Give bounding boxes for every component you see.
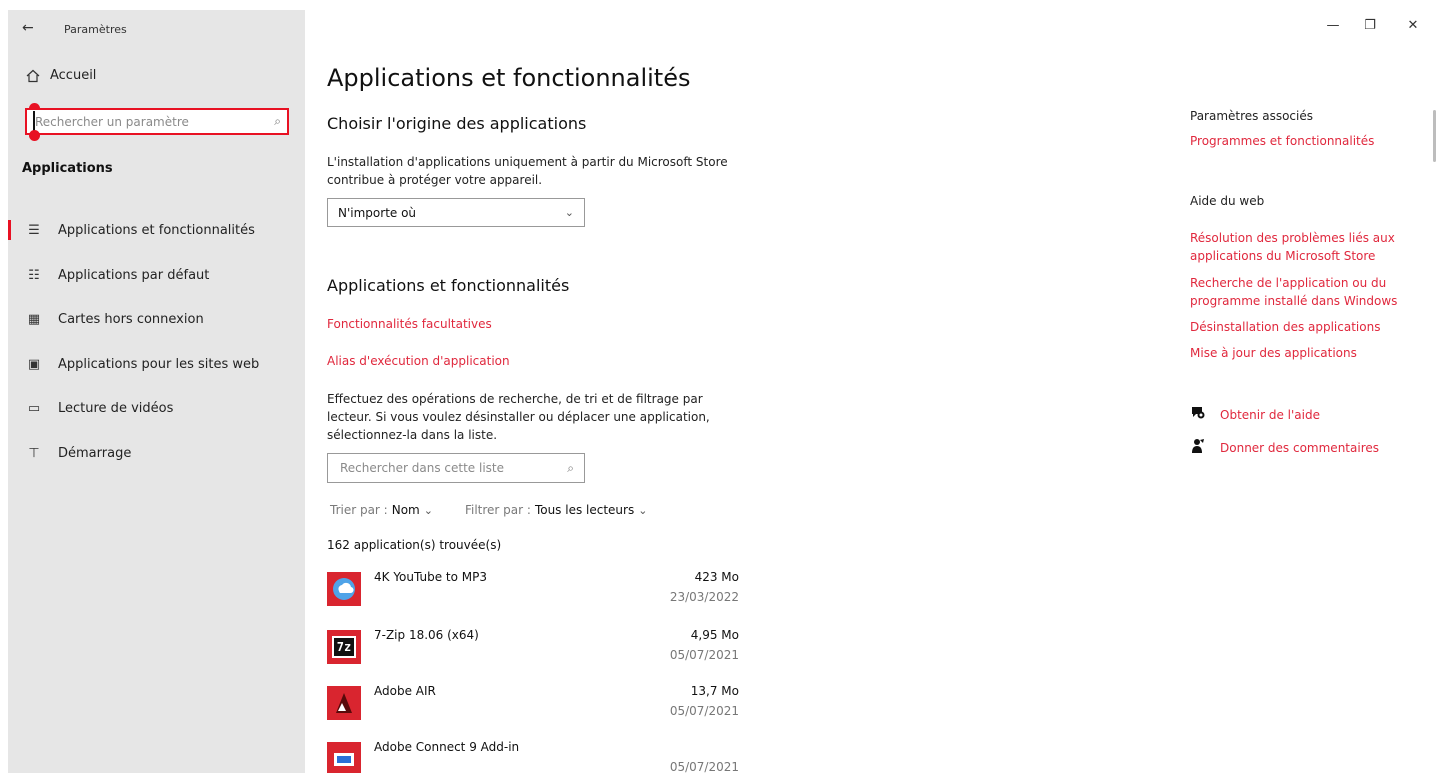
- get-help-label: Obtenir de l'aide: [1220, 408, 1320, 422]
- settings-search-box[interactable]: ⌕: [25, 108, 289, 135]
- app-size: 13,7 Mo: [690, 684, 739, 698]
- app-aliases-link[interactable]: Alias d'exécution d'application: [327, 354, 510, 368]
- search-description-line: sélectionnez-la dans la liste.: [327, 428, 498, 442]
- app-list-search-box[interactable]: ⌕: [327, 453, 585, 483]
- search-description: Effectuez des opérations de recherche, d…: [327, 390, 710, 444]
- selection-handle-bottom[interactable]: [29, 130, 40, 141]
- default-apps-icon: ☷: [28, 267, 40, 283]
- web-help-link-uninstall[interactable]: Désinstallation des applications: [1190, 318, 1410, 336]
- web-help-heading: Aide du web: [1190, 194, 1265, 208]
- search-description-line: lecteur. Si vous voulez désinstaller ou …: [327, 410, 710, 424]
- source-description-line: L'installation d'applications uniquement…: [327, 155, 728, 169]
- back-arrow-icon[interactable]: ←: [22, 20, 34, 36]
- sidebar-item-label: Applications par défaut: [58, 267, 210, 283]
- apps-heading: Applications et fonctionnalités: [327, 276, 570, 295]
- close-icon[interactable]: ✕: [1403, 18, 1423, 33]
- sidebar: ← Paramètres Accueil ⌕ Applications ☰ Ap…: [8, 10, 305, 773]
- settings-search-input[interactable]: [27, 110, 257, 133]
- 7zip-icon: 7z: [327, 630, 361, 664]
- app-source-dropdown[interactable]: N'importe où ⌄: [327, 198, 585, 227]
- youtube-mp3-icon: [327, 572, 361, 606]
- app-name: 4K YouTube to MP3: [374, 570, 488, 584]
- adobe-connect-icon: [327, 742, 361, 773]
- app-source-dropdown-value: N'importe où: [338, 205, 417, 220]
- sort-value: Nom: [391, 503, 420, 517]
- adobe-air-icon: [327, 686, 361, 720]
- scrollbar-thumb[interactable]: [1433, 110, 1436, 162]
- app-list-search-input[interactable]: [328, 454, 548, 482]
- sidebar-item-label: Applications et fonctionnalités: [58, 222, 255, 238]
- app-list-item[interactable]: 4K YouTube to MP3 423 Mo 23/03/2022: [327, 568, 739, 624]
- app-count: 162 application(s) trouvée(s): [327, 538, 502, 552]
- source-description: L'installation d'applications uniquement…: [327, 153, 728, 189]
- give-feedback-label: Donner des commentaires: [1220, 441, 1379, 455]
- sort-dropdown[interactable]: Trier par : Nom ⌄: [330, 503, 433, 517]
- filter-dropdown[interactable]: Filtrer par : Tous les lecteurs ⌄: [465, 503, 647, 517]
- search-icon[interactable]: ⌕: [274, 114, 281, 129]
- app-size: 4,95 Mo: [690, 628, 739, 642]
- app-date: 05/07/2021: [669, 760, 739, 773]
- 7zip-icon-text: 7z: [331, 636, 357, 658]
- sidebar-home[interactable]: Accueil: [26, 68, 96, 83]
- apps-features-icon: ☰: [28, 222, 40, 238]
- sidebar-item-label: Démarrage: [58, 445, 132, 461]
- app-list-item[interactable]: 7z 7-Zip 18.06 (x64) 4,95 Mo 05/07/2021: [327, 626, 739, 682]
- settings-window: ← Paramètres Accueil ⌕ Applications ☰ Ap…: [0, 0, 1442, 773]
- related-panel: Paramètres associés Programmes et foncti…: [1190, 0, 1430, 773]
- sidebar-home-label: Accueil: [50, 68, 97, 83]
- maximize-icon[interactable]: ❐: [1360, 18, 1380, 33]
- programs-features-link[interactable]: Programmes et fonctionnalités: [1190, 132, 1410, 150]
- app-list-item[interactable]: Adobe Connect 9 Add-in 05/07/2021: [327, 738, 739, 773]
- minimize-icon[interactable]: —: [1323, 18, 1343, 33]
- app-size: 423 Mo: [694, 570, 739, 584]
- app-name: Adobe AIR: [374, 684, 436, 698]
- sidebar-item-label: Applications pour les sites web: [58, 356, 260, 372]
- filter-value: Tous les lecteurs: [534, 503, 635, 517]
- filter-label: Filtrer par :: [464, 503, 531, 517]
- chevron-down-icon: ⌄: [564, 206, 574, 219]
- offline-maps-icon: ▦: [27, 311, 41, 327]
- give-feedback-link[interactable]: Donner des commentaires: [1190, 438, 1379, 458]
- search-icon[interactable]: ⌕: [567, 461, 574, 476]
- sidebar-item-apps-features[interactable]: ☰ Applications et fonctionnalités: [8, 210, 305, 250]
- optional-features-link[interactable]: Fonctionnalités facultatives: [327, 317, 492, 331]
- apps-websites-icon: ▣: [27, 356, 41, 372]
- sidebar-item-label: Cartes hors connexion: [58, 311, 204, 327]
- sidebar-item-startup[interactable]: ⊤ Démarrage: [8, 433, 305, 473]
- chevron-down-icon: ⌄: [423, 503, 433, 517]
- chevron-down-icon: ⌄: [638, 503, 648, 517]
- app-name: Adobe Connect 9 Add-in: [374, 740, 520, 754]
- source-description-line: contribue à protéger votre appareil.: [327, 173, 543, 187]
- web-help-link-troubleshoot[interactable]: Résolution des problèmes liés aux applic…: [1190, 229, 1410, 265]
- source-heading: Choisir l'origine des applications: [327, 114, 587, 133]
- search-description-line: Effectuez des opérations de recherche, d…: [327, 392, 703, 406]
- page-title: Applications et fonctionnalités: [327, 64, 691, 92]
- app-name: 7-Zip 18.06 (x64): [374, 628, 479, 642]
- main-content: Applications et fonctionnalités Choisir …: [327, 0, 787, 773]
- sort-label: Trier par :: [330, 503, 388, 517]
- startup-icon: ⊤: [28, 445, 40, 461]
- home-icon: [26, 69, 40, 83]
- app-date: 05/07/2021: [669, 648, 739, 662]
- help-chat-icon: [1190, 406, 1206, 424]
- video-playback-icon: ▭: [27, 400, 41, 416]
- sidebar-item-label: Lecture de vidéos: [58, 400, 174, 416]
- sidebar-item-default-apps[interactable]: ☷ Applications par défaut: [8, 255, 305, 295]
- app-date: 05/07/2021: [669, 704, 739, 718]
- sidebar-section-label: Applications: [22, 161, 113, 176]
- feedback-icon: [1190, 438, 1206, 458]
- sidebar-item-apps-websites[interactable]: ▣ Applications pour les sites web: [8, 344, 305, 384]
- web-help-link-update[interactable]: Mise à jour des applications: [1190, 344, 1410, 362]
- related-settings-heading: Paramètres associés: [1190, 109, 1313, 123]
- sidebar-item-offline-maps[interactable]: ▦ Cartes hors connexion: [8, 299, 305, 339]
- app-list-item[interactable]: Adobe AIR 13,7 Mo 05/07/2021: [327, 682, 739, 738]
- sidebar-item-video-playback[interactable]: ▭ Lecture de vidéos: [8, 388, 305, 428]
- window-title: Paramètres: [64, 23, 127, 36]
- web-help-link-find-app[interactable]: Recherche de l'application ou du program…: [1190, 274, 1410, 310]
- app-date: 23/03/2022: [669, 590, 739, 604]
- sort-filter-row: Trier par : Nom ⌄ Filtrer par : Tous les…: [330, 503, 647, 517]
- get-help-link[interactable]: Obtenir de l'aide: [1190, 406, 1320, 424]
